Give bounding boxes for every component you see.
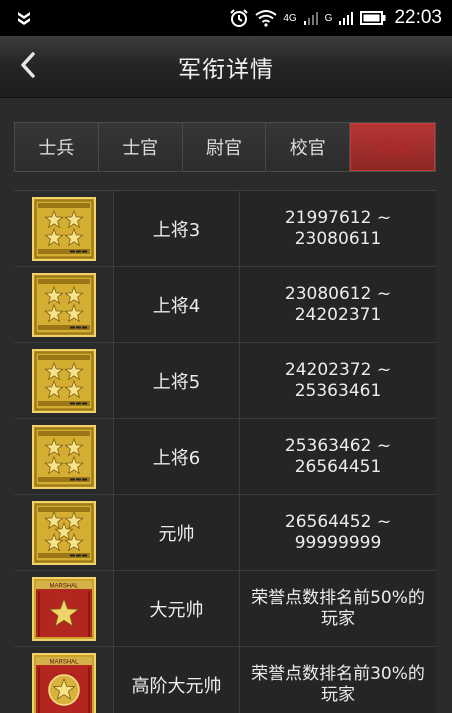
battery-icon <box>360 11 386 25</box>
rank-point-range: 23080612 ~ 24202371 <box>284 283 392 325</box>
tab-2[interactable]: 尉官 <box>182 123 267 171</box>
rank-point-range: 21997612 ~ 23080611 <box>284 207 392 249</box>
rank-name: 大元帅 <box>114 571 240 646</box>
rank-name: 上将4 <box>114 267 240 342</box>
status-bar: 4G G 22:03 <box>0 0 452 36</box>
clock: 22:03 <box>394 7 442 28</box>
notification-icon <box>14 8 34 28</box>
table-row: MARSHAL 高阶大元帅 荣誉点数排名前30%的玩家 <box>14 647 436 713</box>
tab-1[interactable]: 士官 <box>98 123 183 171</box>
rank-point-range: 26564452 ~ 99999999 <box>284 511 392 553</box>
rank-badge-icon <box>14 343 114 418</box>
table-row: MARSHAL 大元帅 荣誉点数排名前50%的玩家 <box>14 571 436 647</box>
signal-icon <box>303 10 319 26</box>
wifi-icon <box>255 9 277 27</box>
page-title: 军衔详情 <box>178 57 274 83</box>
tab-0[interactable]: 士兵 <box>15 123 99 171</box>
rank-name: 上将6 <box>114 419 240 494</box>
network-type-label: 4G <box>283 12 297 24</box>
table-row: 上将5 24202372 ~ 25363461 <box>14 343 436 419</box>
rank-point-range: 荣誉点数排名前30%的玩家 <box>251 663 425 705</box>
table-row: 上将3 21997612 ~ 23080611 <box>14 191 436 267</box>
rank-badge-icon <box>14 267 114 342</box>
rank-category-tabs: 士兵 士官 尉官 校官 将帅 <box>14 122 436 172</box>
alarm-icon <box>229 8 249 28</box>
rank-badge-icon <box>14 495 114 570</box>
rank-badge-icon <box>14 419 114 494</box>
rank-badge-icon: MARSHAL <box>14 571 114 646</box>
rank-point-range: 荣誉点数排名前50%的玩家 <box>251 587 425 629</box>
rank-point-range: 24202372 ~ 25363461 <box>284 359 392 401</box>
signal-icon-2 <box>338 10 354 26</box>
rank-table: 上将3 21997612 ~ 23080611 上将4 23080612 ~ 2420… <box>14 190 436 713</box>
rank-badge-icon <box>14 191 114 266</box>
rank-name: 高阶大元帅 <box>114 647 240 713</box>
rank-name: 上将3 <box>114 191 240 266</box>
tab-4[interactable]: 将帅 <box>350 123 435 171</box>
table-row: 上将4 23080612 ~ 24202371 <box>14 267 436 343</box>
carrier-label: G <box>324 12 333 24</box>
svg-text:MARSHAL: MARSHAL <box>49 659 79 665</box>
rank-point-range: 25363462 ~ 26564451 <box>284 435 392 477</box>
rank-name: 上将5 <box>114 343 240 418</box>
title-bar: 军衔详情 <box>0 36 452 98</box>
table-row: 上将6 25363462 ~ 26564451 <box>14 419 436 495</box>
table-row: 元帅 26564452 ~ 99999999 <box>14 495 436 571</box>
svg-text:MARSHAL: MARSHAL <box>49 583 79 589</box>
rank-name: 元帅 <box>114 495 240 570</box>
tab-3[interactable]: 校官 <box>266 123 351 171</box>
rank-badge-icon: MARSHAL <box>14 647 114 713</box>
